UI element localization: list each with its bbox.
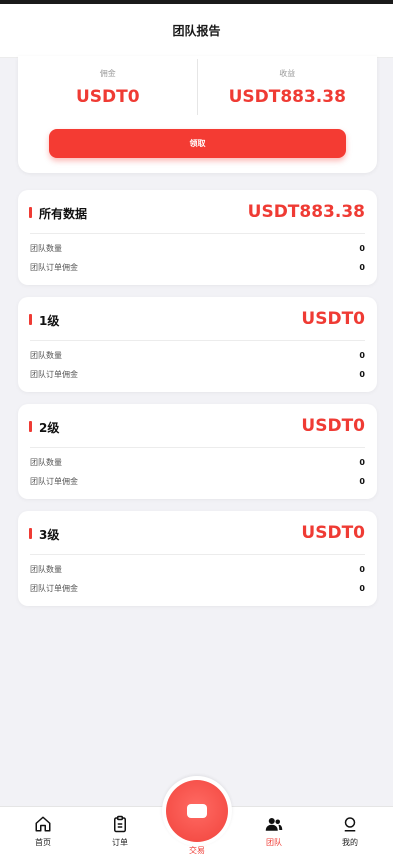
row-label: 团队数量 — [30, 564, 62, 574]
row-label: 团队订单佣金 — [30, 369, 78, 379]
accent-bar — [29, 528, 32, 539]
card-header: 所有数据 USDT883.38 — [18, 190, 377, 233]
accent-bar — [29, 421, 32, 432]
clipboard-icon — [114, 815, 126, 833]
card-header: 3级 USDT0 — [18, 511, 377, 554]
row-value: 0 — [359, 243, 365, 253]
team-commission-row: 团队订单佣金 0 — [30, 367, 365, 381]
team-icon — [265, 818, 283, 831]
tab-orders[interactable]: 订单 — [90, 807, 150, 854]
summary-divider — [197, 59, 198, 115]
row-value: 0 — [359, 350, 365, 360]
earnings-label: 收益 — [279, 69, 296, 78]
row-label: 团队订单佣金 — [30, 476, 78, 486]
claim-button[interactable]: 领取 — [49, 129, 346, 158]
accent-bar — [29, 314, 32, 325]
card-amount: USDT0 — [301, 309, 365, 329]
level-3-card: 3级 USDT0 团队数量 0 团队订单佣金 0 — [18, 511, 377, 606]
team-count-row: 团队数量 0 — [30, 562, 365, 576]
commission-label: 佣金 — [99, 69, 116, 78]
level-1-card: 1级 USDT0 团队数量 0 团队订单佣金 0 — [18, 297, 377, 392]
card-header: 2级 USDT0 — [18, 404, 377, 447]
row-value: 0 — [359, 583, 365, 593]
accent-bar — [29, 207, 32, 218]
commission-summary: 佣金 USDT0 — [18, 56, 198, 116]
team-commission-row: 团队订单佣金 0 — [30, 260, 365, 274]
card-divider — [30, 233, 365, 234]
commission-value: USDT0 — [75, 87, 140, 107]
card-divider — [30, 554, 365, 555]
earnings-value: USDT883.38 — [228, 87, 346, 107]
card-title: 2级 — [39, 421, 60, 435]
tab-orders-label: 订单 — [112, 838, 128, 847]
page-title: 团队报告 — [172, 24, 221, 38]
trade-icon — [187, 804, 207, 818]
team-commission-row: 团队订单佣金 0 — [30, 581, 365, 595]
trade-button[interactable] — [162, 776, 232, 846]
summary-card: 佣金 USDT0 收益 USDT883.38 领取 — [18, 56, 377, 173]
page-header: 团队报告 — [0, 4, 393, 58]
row-label: 团队订单佣金 — [30, 262, 78, 272]
card-amount: USDT0 — [301, 416, 365, 436]
team-count-row: 团队数量 0 — [30, 241, 365, 255]
tab-home-label: 首页 — [35, 838, 51, 847]
team-commission-row: 团队订单佣金 0 — [30, 474, 365, 488]
team-count-row: 团队数量 0 — [30, 455, 365, 469]
home-icon — [35, 816, 51, 832]
user-icon — [344, 817, 356, 832]
level-2-card: 2级 USDT0 团队数量 0 团队订单佣金 0 — [18, 404, 377, 499]
tab-mine-label: 我的 — [342, 838, 358, 847]
row-value: 0 — [359, 476, 365, 486]
earnings-summary: 收益 USDT883.38 — [198, 56, 378, 116]
card-divider — [30, 340, 365, 341]
card-divider — [30, 447, 365, 448]
row-label: 团队订单佣金 — [30, 583, 78, 593]
row-value: 0 — [359, 369, 365, 379]
card-title: 3级 — [39, 528, 60, 542]
card-amount: USDT883.38 — [247, 202, 365, 222]
tab-trade-label: 交易 — [189, 846, 205, 854]
card-header: 1级 USDT0 — [18, 297, 377, 340]
row-value: 0 — [359, 457, 365, 467]
row-value: 0 — [359, 564, 365, 574]
row-label: 团队数量 — [30, 350, 62, 360]
trade-button-circle[interactable] — [166, 780, 228, 842]
tab-team-label: 团队 — [266, 838, 282, 847]
row-label: 团队数量 — [30, 243, 62, 253]
tab-mine[interactable]: 我的 — [320, 807, 380, 854]
row-value: 0 — [359, 262, 365, 272]
row-label: 团队数量 — [30, 457, 62, 467]
card-title: 所有数据 — [39, 207, 88, 221]
tab-home[interactable]: 首页 — [13, 807, 73, 854]
tab-team[interactable]: 团队 — [244, 807, 304, 854]
all-data-card: 所有数据 USDT883.38 团队数量 0 团队订单佣金 0 — [18, 190, 377, 285]
card-title: 1级 — [39, 314, 60, 328]
team-count-row: 团队数量 0 — [30, 348, 365, 362]
card-amount: USDT0 — [301, 523, 365, 543]
